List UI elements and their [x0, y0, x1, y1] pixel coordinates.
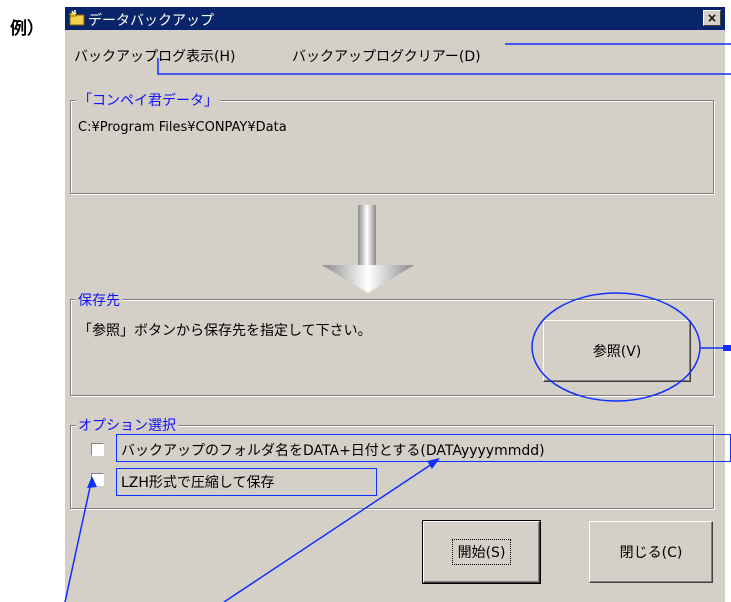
annotation-line-folder	[223, 459, 439, 602]
annotation-browse-marker	[723, 345, 731, 351]
annotation-arrowhead-lzh	[87, 476, 97, 488]
annotation-line-menu-2	[157, 58, 731, 75]
annotation-circle-browse	[531, 292, 701, 402]
annotation-arrowhead-folder	[427, 458, 440, 469]
annotation-line-lzh	[64, 477, 93, 602]
annotation-overlay	[64, 43, 731, 602]
